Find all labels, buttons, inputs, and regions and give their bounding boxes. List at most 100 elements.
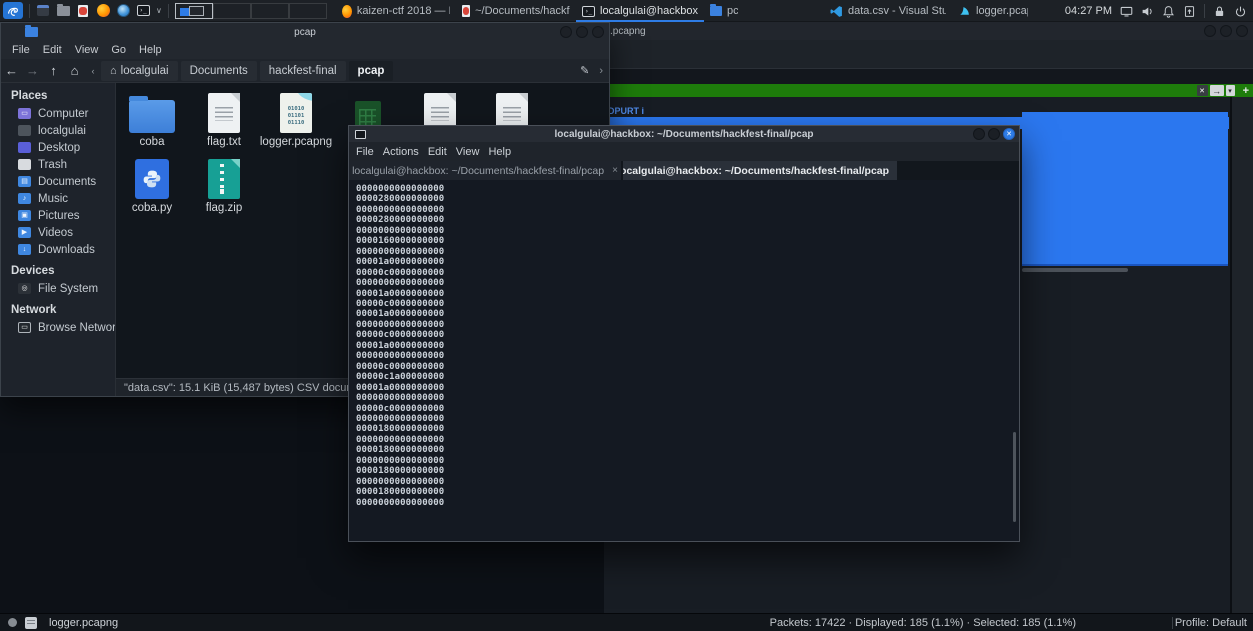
sidebar-item[interactable]: ♪ Music bbox=[1, 190, 115, 207]
terminal-content[interactable]: 0000000000000000000028000000000000000000… bbox=[349, 180, 1019, 541]
power-icon[interactable] bbox=[1234, 5, 1247, 18]
file-item-coba-py[interactable]: coba.py bbox=[116, 153, 188, 215]
sidebar-item[interactable]: localgulai bbox=[1, 122, 115, 139]
taskbar-item-wireshark[interactable]: logger.pcapng bbox=[952, 0, 1034, 22]
sidebar-item-label: Documents bbox=[38, 176, 96, 188]
file-manager-titlebar[interactable]: pcap bbox=[1, 23, 609, 41]
menu-item[interactable]: File bbox=[356, 146, 374, 158]
sidebar-item[interactable]: ▭ Computer bbox=[1, 105, 115, 122]
back-button[interactable]: ← bbox=[1, 63, 22, 78]
terminal-output-line: 00000c0000000000 bbox=[356, 362, 1019, 372]
minimize-button[interactable] bbox=[973, 128, 985, 140]
sidebar-item[interactable]: ◎ File System bbox=[1, 280, 115, 297]
menu-item[interactable]: Help bbox=[488, 146, 511, 158]
close-button[interactable]: ✕ bbox=[1003, 128, 1015, 140]
breadcrumb-collapse-icon[interactable]: ‹ bbox=[87, 66, 99, 76]
sidebar-item[interactable]: ▣ Pictures bbox=[1, 207, 115, 224]
terminal-output: 0000000000000000000028000000000000000000… bbox=[356, 184, 1019, 508]
terminal-tab-active[interactable]: localgulai@hackbox: ~/Documents/hackfest… bbox=[623, 161, 897, 180]
window-launcher-icon[interactable] bbox=[36, 4, 50, 17]
menu-item[interactable]: Actions bbox=[383, 146, 419, 158]
taskbar-item-pcap[interactable]: pcap bbox=[704, 0, 744, 22]
notifications-bell-icon[interactable] bbox=[1162, 5, 1175, 18]
clock[interactable]: 04:27 PM bbox=[1065, 5, 1112, 17]
workspace-4[interactable] bbox=[289, 3, 327, 19]
capture-status-icon[interactable] bbox=[8, 618, 17, 627]
selected-packet-block[interactable] bbox=[1022, 112, 1228, 266]
browser-launcher-icon[interactable] bbox=[116, 4, 130, 17]
file-item-flag-zip[interactable]: flag.zip bbox=[188, 153, 260, 215]
close-button[interactable] bbox=[1236, 25, 1248, 37]
terminal-tabbar: localgulai@hackbox: ~/Documents/hackfest… bbox=[349, 161, 1019, 180]
edit-path-icon[interactable]: ✎ bbox=[580, 64, 589, 77]
lock-icon[interactable] bbox=[1213, 5, 1226, 18]
workspace-2[interactable] bbox=[213, 3, 251, 19]
horizontal-scrollbar[interactable] bbox=[1022, 268, 1128, 272]
breadcrumb-hackfest-final[interactable]: hackfest-final bbox=[260, 61, 346, 81]
volume-icon[interactable] bbox=[1141, 5, 1154, 18]
chevron-down-icon[interactable]: ∨ bbox=[156, 6, 162, 15]
filter-apply-button[interactable]: → bbox=[1210, 85, 1224, 96]
terminal-output-line: 0000180000000000 bbox=[356, 466, 1019, 476]
file-item-coba[interactable]: coba bbox=[116, 87, 188, 149]
menu-item[interactable]: Edit bbox=[43, 44, 62, 56]
sidebar-item[interactable]: Trash bbox=[1, 156, 115, 173]
breadcrumb-pcap[interactable]: pcap bbox=[349, 61, 394, 81]
maximize-button[interactable] bbox=[576, 26, 588, 38]
wireshark-titlebar[interactable]: .pcapng bbox=[604, 22, 1253, 40]
terminal-launcher-icon[interactable]: ›_ bbox=[136, 4, 150, 17]
breadcrumb-label: Documents bbox=[190, 65, 248, 77]
taskbar-item-document[interactable]: ~/Documents/hackfes… bbox=[456, 0, 576, 22]
window-title: pcap bbox=[1, 27, 609, 38]
menu-item[interactable]: Help bbox=[139, 44, 162, 56]
sidebar-item[interactable]: ▭ Browse Network bbox=[1, 319, 115, 336]
clipboard-icon[interactable] bbox=[1183, 5, 1196, 18]
menu-item[interactable]: View bbox=[75, 44, 99, 56]
vertical-scrollbar-track[interactable] bbox=[1230, 97, 1253, 613]
filter-dropdown-button[interactable]: ▾ bbox=[1226, 85, 1235, 96]
taskbar-item-terminal[interactable]: ›_ localgulai@hackbox: ~… bbox=[576, 0, 704, 22]
breadcrumb-home[interactable]: ⌂ localgulai bbox=[101, 61, 178, 81]
filter-add-button[interactable]: + bbox=[1243, 85, 1249, 97]
terminal-scrollbar[interactable] bbox=[1013, 432, 1016, 522]
workspace-3[interactable] bbox=[251, 3, 289, 19]
firefox-launcher-icon[interactable] bbox=[96, 4, 110, 17]
expert-info-icon[interactable] bbox=[25, 617, 37, 629]
profile-selector[interactable]: Profile: Default bbox=[1175, 617, 1247, 629]
menu-item[interactable]: Go bbox=[111, 44, 126, 56]
sidebar-item[interactable]: Desktop bbox=[1, 139, 115, 156]
menu-item[interactable]: Edit bbox=[428, 146, 447, 158]
menu-item[interactable]: View bbox=[456, 146, 480, 158]
chevron-right-icon[interactable]: › bbox=[599, 65, 603, 77]
terminal-output-line: 00001a0000000000 bbox=[356, 289, 1019, 299]
maximize-button[interactable] bbox=[1220, 25, 1232, 37]
file-item-logger-pcapng[interactable]: 01010 01101 01110 logger.pcapng bbox=[260, 87, 332, 149]
filter-clear-button[interactable]: ✕ bbox=[1197, 85, 1208, 96]
file-item-flag-txt[interactable]: flag.txt bbox=[188, 87, 260, 149]
workspace-1[interactable] bbox=[175, 3, 213, 19]
sidebar-item[interactable]: ▤ Documents bbox=[1, 173, 115, 190]
tab-close-icon[interactable]: × bbox=[612, 165, 618, 176]
sidebar-item[interactable]: ▶ Videos bbox=[1, 224, 115, 241]
workspace-switcher[interactable] bbox=[175, 3, 327, 19]
file-manager-launcher-icon[interactable] bbox=[56, 4, 70, 17]
forward-button[interactable]: → bbox=[22, 63, 43, 78]
up-button[interactable]: ↑ bbox=[43, 63, 64, 78]
terminal-titlebar[interactable]: localgulai@hackbox: ~/Documents/hackfest… bbox=[349, 126, 1019, 142]
breadcrumb-documents[interactable]: Documents bbox=[181, 61, 257, 81]
minimize-button[interactable] bbox=[560, 26, 572, 38]
text-editor-launcher-icon[interactable] bbox=[76, 4, 90, 17]
close-button[interactable] bbox=[592, 26, 604, 38]
terminal-output-line: 00000c0000000000 bbox=[356, 299, 1019, 309]
display-filter-bar[interactable]: ✕ → ▾ + bbox=[604, 84, 1253, 97]
maximize-button[interactable] bbox=[988, 128, 1000, 140]
taskbar-item-vscode[interactable]: data.csv - Visual Studi… bbox=[824, 0, 952, 22]
home-button[interactable]: ⌂ bbox=[64, 63, 85, 78]
display-icon[interactable] bbox=[1120, 5, 1133, 18]
terminal-tab[interactable]: localgulai@hackbox: ~/Documents/hackfest… bbox=[349, 161, 621, 180]
menu-item[interactable]: File bbox=[12, 44, 30, 56]
sidebar-item[interactable]: ↓ Downloads bbox=[1, 241, 115, 258]
kali-menu-button[interactable] bbox=[3, 2, 23, 19]
minimize-button[interactable] bbox=[1204, 25, 1216, 37]
taskbar-item-firefox[interactable]: kaizen-ctf 2018 — Rev… bbox=[336, 0, 456, 22]
